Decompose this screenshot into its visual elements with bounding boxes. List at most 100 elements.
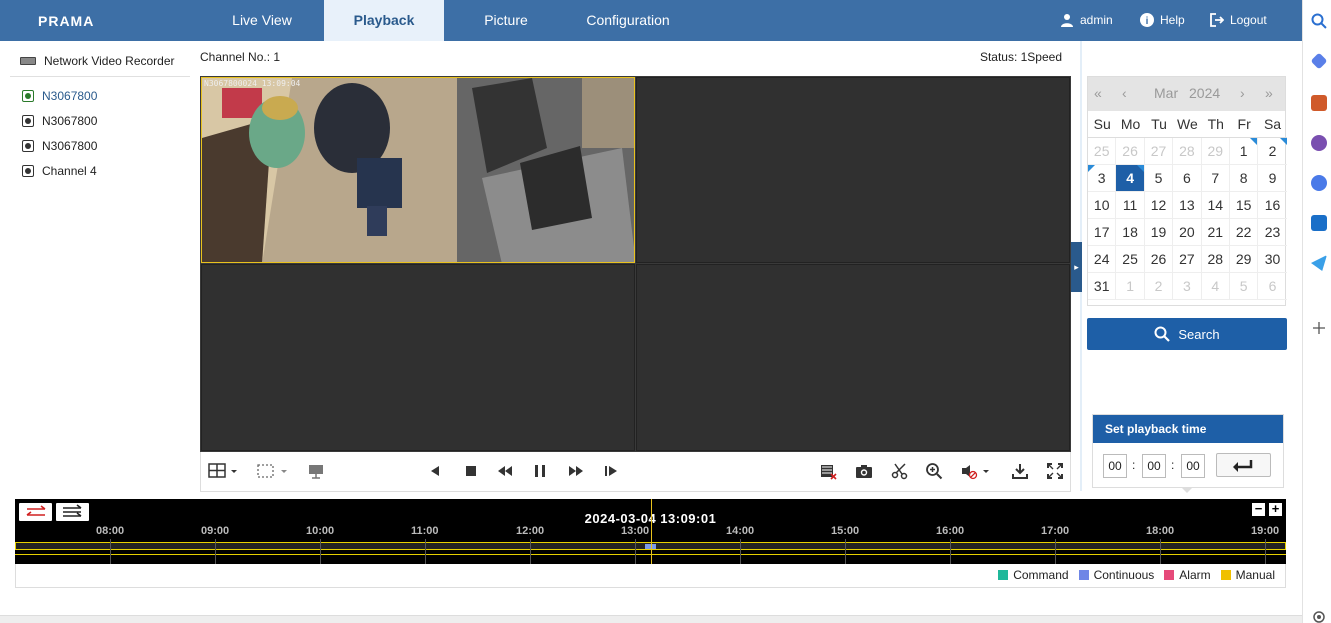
- collapse-panel-handle[interactable]: ▸: [1071, 242, 1082, 292]
- prev-year-icon[interactable]: «: [1094, 85, 1102, 101]
- calendar-day[interactable]: 5: [1145, 165, 1174, 191]
- tab-playback[interactable]: Playback: [324, 0, 444, 41]
- calendar-day[interactable]: 4: [1202, 273, 1230, 299]
- calendar-day[interactable]: 28: [1173, 138, 1202, 164]
- calendar-day[interactable]: 8: [1230, 165, 1259, 191]
- calendar-day[interactable]: 27: [1173, 246, 1202, 272]
- calendar-day[interactable]: 9: [1258, 165, 1286, 191]
- calendar-day[interactable]: 1: [1230, 138, 1259, 164]
- video-pane-4[interactable]: [636, 264, 1070, 451]
- chevron-down-icon[interactable]: [981, 462, 991, 480]
- calendar-day[interactable]: 26: [1116, 138, 1145, 164]
- audio-muted-icon[interactable]: [960, 462, 978, 480]
- speed-up-icon[interactable]: [567, 462, 585, 480]
- calendar-day[interactable]: 25: [1088, 138, 1117, 164]
- calendar-day[interactable]: 3: [1173, 273, 1202, 299]
- calendar-day[interactable]: 21: [1202, 219, 1230, 245]
- calendar-day[interactable]: 20: [1173, 219, 1202, 245]
- next-month-icon[interactable]: ›: [1240, 85, 1245, 101]
- second-input[interactable]: 00: [1181, 454, 1205, 478]
- timeline-cursor[interactable]: [651, 499, 652, 564]
- next-year-icon[interactable]: »: [1265, 85, 1273, 101]
- zoom-in-icon[interactable]: [925, 462, 943, 480]
- stop-icon[interactable]: [462, 462, 480, 480]
- tree-item-channel-2[interactable]: N3067800: [10, 108, 190, 133]
- prev-month-icon[interactable]: ‹: [1122, 85, 1127, 101]
- calendar-day[interactable]: 7: [1202, 165, 1230, 191]
- camera-capture-icon[interactable]: [855, 462, 873, 480]
- calendar-day[interactable]: 3: [1088, 165, 1117, 191]
- calendar-day[interactable]: 4: [1116, 165, 1145, 191]
- calendar-day[interactable]: 15: [1230, 192, 1259, 218]
- tab-live-view[interactable]: Live View: [200, 0, 324, 41]
- calendar-day[interactable]: 27: [1145, 138, 1174, 164]
- tree-item-channel-1[interactable]: N3067800: [10, 83, 190, 108]
- hour-input[interactable]: 00: [1103, 454, 1127, 478]
- people-icon[interactable]: [1311, 135, 1327, 151]
- calendar-day[interactable]: 29: [1202, 138, 1230, 164]
- help-link[interactable]: i Help: [1140, 13, 1185, 27]
- calendar-day[interactable]: 5: [1230, 273, 1259, 299]
- clip-disabled-icon[interactable]: [819, 462, 837, 480]
- download-icon[interactable]: [1011, 462, 1029, 480]
- tag-icon[interactable]: [1310, 52, 1328, 70]
- send-icon[interactable]: [1311, 255, 1327, 271]
- reverse-play-icon[interactable]: [426, 462, 444, 480]
- tab-configuration[interactable]: Configuration: [568, 0, 688, 41]
- plus-icon[interactable]: [1311, 320, 1327, 336]
- video-pane-1[interactable]: N3067800024 13:09:04: [201, 77, 635, 263]
- tab-picture[interactable]: Picture: [444, 0, 568, 41]
- calendar-day[interactable]: 30: [1258, 246, 1286, 272]
- scissors-icon[interactable]: [891, 462, 909, 480]
- minute-input[interactable]: 00: [1142, 454, 1166, 478]
- monitor-icon[interactable]: [307, 462, 325, 480]
- calendar-day[interactable]: 2: [1258, 138, 1288, 164]
- settings-icon[interactable]: [1311, 609, 1327, 623]
- user-menu[interactable]: admin: [1060, 13, 1113, 27]
- calendar-day[interactable]: 17: [1088, 219, 1117, 245]
- calendar-day[interactable]: 11: [1116, 192, 1145, 218]
- single-frame-icon[interactable]: [602, 462, 620, 480]
- timeline[interactable]: 2024-03-04 13:09:01 − + 08:00 09:00 10:00 1…: [15, 499, 1286, 564]
- calendar-day[interactable]: 16: [1258, 192, 1286, 218]
- calendar-day[interactable]: 2: [1145, 273, 1174, 299]
- search-icon[interactable]: [1311, 13, 1327, 29]
- calendar-day[interactable]: 10: [1088, 192, 1117, 218]
- outlook-icon[interactable]: [1311, 215, 1327, 231]
- calendar-day[interactable]: 6: [1173, 165, 1202, 191]
- tree-item-channel-4[interactable]: Channel 4: [10, 158, 190, 183]
- zoom-out-button[interactable]: −: [1252, 502, 1265, 516]
- calendar-day[interactable]: 1: [1116, 273, 1145, 299]
- video-pane-2[interactable]: [636, 77, 1070, 263]
- calendar-day[interactable]: 22: [1230, 219, 1259, 245]
- calendar-day[interactable]: 19: [1145, 219, 1174, 245]
- search-button[interactable]: Search: [1087, 318, 1287, 350]
- zoom-in-button[interactable]: +: [1269, 502, 1282, 516]
- toolbox-icon[interactable]: [1311, 95, 1327, 111]
- logout-link[interactable]: Logout: [1210, 13, 1267, 27]
- calendar-day[interactable]: 23: [1258, 219, 1286, 245]
- calendar-day[interactable]: 6: [1258, 273, 1286, 299]
- window-layout-icon[interactable]: [208, 462, 226, 480]
- calendar-day[interactable]: 28: [1202, 246, 1230, 272]
- calendar-day[interactable]: 29: [1230, 246, 1259, 272]
- chevron-down-icon[interactable]: [279, 462, 289, 480]
- calendar-day[interactable]: 31: [1088, 273, 1117, 299]
- video-pane-3[interactable]: [201, 264, 635, 451]
- calendar-day[interactable]: 12: [1145, 192, 1174, 218]
- calendar-day[interactable]: 18: [1116, 219, 1145, 245]
- slow-down-icon[interactable]: [496, 462, 514, 480]
- calendar-day[interactable]: 25: [1116, 246, 1145, 272]
- tree-item-channel-3[interactable]: N3067800: [10, 133, 190, 158]
- pause-icon[interactable]: [531, 462, 549, 480]
- chevron-down-icon[interactable]: [229, 462, 239, 480]
- calendar-day[interactable]: 13: [1173, 192, 1202, 218]
- copilot-icon[interactable]: [1311, 175, 1327, 191]
- fullscreen-icon[interactable]: [1046, 462, 1064, 480]
- region-select-icon[interactable]: [257, 462, 275, 480]
- tree-root-nvr[interactable]: Network Video Recorder: [10, 50, 190, 77]
- calendar-day[interactable]: 26: [1145, 246, 1174, 272]
- calendar-day[interactable]: 14: [1202, 192, 1230, 218]
- apply-time-button[interactable]: [1216, 453, 1271, 477]
- calendar-day[interactable]: 24: [1088, 246, 1117, 272]
